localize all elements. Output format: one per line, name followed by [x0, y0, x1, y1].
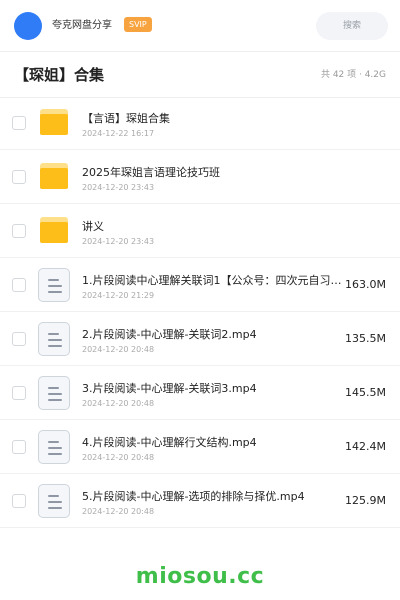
video-file-icon: [38, 268, 70, 302]
video-file-icon: [38, 430, 70, 464]
title-row: 【琛姐】合集 共 42 项 · 4.2G: [0, 52, 400, 98]
file-name: 3.片段阅读-中心理解-关联词3.mp4: [82, 382, 257, 395]
select-checkbox[interactable]: [12, 386, 26, 400]
file-name: 5.片段阅读-中心理解-选项的排除与择优.mp4: [82, 490, 305, 503]
file-name: 2025年琛姐言语理论技巧班: [82, 166, 220, 179]
video-file-icon: [38, 322, 70, 356]
select-checkbox[interactable]: [12, 494, 26, 508]
list-item[interactable]: 2.片段阅读-中心理解-关联词2.mp4 2024-12-20 20:48 13…: [0, 312, 400, 366]
list-item[interactable]: 3.片段阅读-中心理解-关联词3.mp4 2024-12-20 20:48 14…: [0, 366, 400, 420]
file-date: 2024-12-20 20:48: [82, 453, 155, 462]
item-summary: 共 42 项 · 4.2G: [320, 70, 386, 80]
list-item[interactable]: 5.片段阅读-中心理解-选项的排除与择优.mp4 2024-12-20 20:4…: [0, 474, 400, 528]
list-item[interactable]: 【言语】琛姐合集 2024-12-22 16:17: [0, 96, 400, 150]
file-date: 2024-12-20 23:43: [82, 237, 155, 246]
file-date: 2024-12-20 20:48: [82, 399, 155, 408]
list-item[interactable]: 1.片段阅读中心理解关联词1【公众号：四次元自习室… 2024-12-20 21…: [0, 258, 400, 312]
file-name: 讲义: [82, 220, 104, 233]
select-checkbox[interactable]: [12, 440, 26, 454]
header-bar: 夸克网盘分享 SVIP 搜索: [0, 0, 400, 52]
folder-icon: [40, 163, 68, 189]
site-watermark: miosou.cc: [135, 564, 265, 589]
file-name: 4.片段阅读-中心理解行文结构.mp4: [82, 436, 257, 449]
username: 夸克网盘分享: [52, 20, 112, 31]
file-size: 125.9M: [345, 494, 386, 507]
select-checkbox[interactable]: [12, 116, 26, 130]
list-item[interactable]: 4.片段阅读-中心理解行文结构.mp4 2024-12-20 20:48 142…: [0, 420, 400, 474]
avatar[interactable]: [14, 12, 42, 40]
select-checkbox[interactable]: [12, 332, 26, 346]
file-name: 【言语】琛姐合集: [82, 112, 170, 125]
select-checkbox[interactable]: [12, 170, 26, 184]
list-item[interactable]: 2025年琛姐言语理论技巧班 2024-12-20 23:43: [0, 150, 400, 204]
file-size: 163.0M: [345, 278, 386, 291]
file-date: 2024-12-20 20:48: [82, 345, 155, 354]
select-checkbox[interactable]: [12, 278, 26, 292]
file-list: 【言语】琛姐合集 2024-12-22 16:17 2025年琛姐言语理论技巧班…: [0, 96, 400, 528]
list-item[interactable]: 讲义 2024-12-20 23:43: [0, 204, 400, 258]
video-file-icon: [38, 484, 70, 518]
select-checkbox[interactable]: [12, 224, 26, 238]
file-name: 1.片段阅读中心理解关联词1【公众号：四次元自习室…: [82, 274, 350, 287]
folder-icon: [40, 217, 68, 243]
file-date: 2024-12-22 16:17: [82, 129, 155, 138]
video-file-icon: [38, 376, 70, 410]
file-size: 142.4M: [345, 440, 386, 453]
file-date: 2024-12-20 20:48: [82, 507, 155, 516]
search-input[interactable]: 搜索: [316, 12, 388, 40]
file-size: 135.5M: [345, 332, 386, 345]
svip-badge: SVIP: [124, 17, 152, 32]
folder-icon: [40, 109, 68, 135]
file-date: 2024-12-20 23:43: [82, 183, 155, 192]
file-size: 145.5M: [345, 386, 386, 399]
file-date: 2024-12-20 21:29: [82, 291, 155, 300]
file-name: 2.片段阅读-中心理解-关联词2.mp4: [82, 328, 257, 341]
page-title: 【琛姐】合集: [14, 66, 105, 84]
